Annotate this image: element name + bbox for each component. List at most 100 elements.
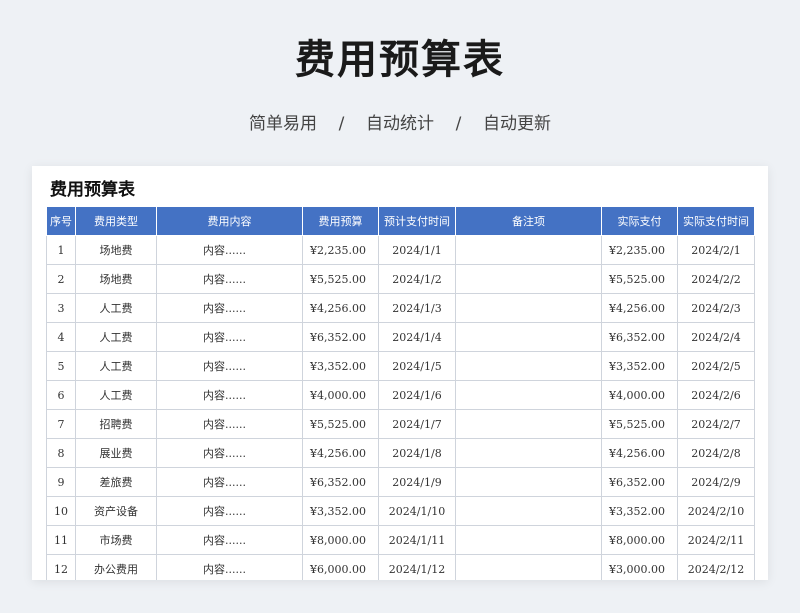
cell-index[interactable]: 8 <box>46 438 76 468</box>
cell-actual-paid[interactable]: ¥3,000.00 <box>601 554 678 580</box>
cell-content[interactable]: 内容...... <box>156 409 303 439</box>
cell-content[interactable]: 内容...... <box>156 380 303 410</box>
cell-actual-paid[interactable]: ¥4,000.00 <box>601 380 678 410</box>
cell-type[interactable]: 差旅费 <box>75 467 157 497</box>
cell-budget[interactable]: ¥4,000.00 <box>302 380 379 410</box>
column-header-type[interactable]: 费用类型 <box>75 206 157 236</box>
cell-actual-date[interactable]: 2024/2/6 <box>677 380 755 410</box>
cell-budget[interactable]: ¥5,525.00 <box>302 409 379 439</box>
cell-planned-date[interactable]: 2024/1/3 <box>378 293 456 323</box>
cell-type[interactable]: 场地费 <box>75 235 157 265</box>
cell-actual-date[interactable]: 2024/2/8 <box>677 438 755 468</box>
column-header-actual-paid[interactable]: 实际支付 <box>601 206 678 236</box>
cell-planned-date[interactable]: 2024/1/2 <box>378 264 456 294</box>
cell-actual-date[interactable]: 2024/2/4 <box>677 322 755 352</box>
cell-budget[interactable]: ¥8,000.00 <box>302 525 379 555</box>
cell-budget[interactable]: ¥3,352.00 <box>302 351 379 381</box>
cell-type[interactable]: 展业费 <box>75 438 157 468</box>
cell-budget[interactable]: ¥6,352.00 <box>302 322 379 352</box>
cell-content[interactable]: 内容...... <box>156 322 303 352</box>
cell-budget[interactable]: ¥4,256.00 <box>302 293 379 323</box>
cell-remarks[interactable] <box>455 322 602 352</box>
cell-actual-paid[interactable]: ¥5,525.00 <box>601 409 678 439</box>
cell-content[interactable]: 内容...... <box>156 351 303 381</box>
cell-remarks[interactable] <box>455 293 602 323</box>
cell-remarks[interactable] <box>455 264 602 294</box>
cell-actual-date[interactable]: 2024/2/1 <box>677 235 755 265</box>
cell-content[interactable]: 内容...... <box>156 438 303 468</box>
cell-content[interactable]: 内容...... <box>156 264 303 294</box>
cell-planned-date[interactable]: 2024/1/8 <box>378 438 456 468</box>
cell-planned-date[interactable]: 2024/1/7 <box>378 409 456 439</box>
cell-content[interactable]: 内容...... <box>156 235 303 265</box>
cell-index[interactable]: 6 <box>46 380 76 410</box>
cell-planned-date[interactable]: 2024/1/1 <box>378 235 456 265</box>
column-header-planned-date[interactable]: 预计支付时间 <box>378 206 456 236</box>
cell-index[interactable]: 3 <box>46 293 76 323</box>
cell-budget[interactable]: ¥2,235.00 <box>302 235 379 265</box>
cell-content[interactable]: 内容...... <box>156 467 303 497</box>
cell-type[interactable]: 人工费 <box>75 322 157 352</box>
cell-type[interactable]: 办公费用 <box>75 554 157 580</box>
cell-index[interactable]: 12 <box>46 554 76 580</box>
cell-actual-date[interactable]: 2024/2/12 <box>677 554 755 580</box>
cell-index[interactable]: 2 <box>46 264 76 294</box>
column-header-actual-date[interactable]: 实际支付时间 <box>677 206 755 236</box>
cell-actual-paid[interactable]: ¥4,256.00 <box>601 293 678 323</box>
cell-index[interactable]: 4 <box>46 322 76 352</box>
cell-actual-paid[interactable]: ¥6,352.00 <box>601 322 678 352</box>
cell-planned-date[interactable]: 2024/1/12 <box>378 554 456 580</box>
cell-actual-date[interactable]: 2024/2/3 <box>677 293 755 323</box>
cell-remarks[interactable] <box>455 409 602 439</box>
cell-actual-date[interactable]: 2024/2/2 <box>677 264 755 294</box>
cell-remarks[interactable] <box>455 351 602 381</box>
cell-type[interactable]: 资产设备 <box>75 496 157 526</box>
cell-actual-paid[interactable]: ¥8,000.00 <box>601 525 678 555</box>
cell-actual-paid[interactable]: ¥3,352.00 <box>601 496 678 526</box>
cell-actual-paid[interactable]: ¥5,525.00 <box>601 264 678 294</box>
cell-type[interactable]: 人工费 <box>75 351 157 381</box>
cell-actual-date[interactable]: 2024/2/9 <box>677 467 755 497</box>
cell-remarks[interactable] <box>455 235 602 265</box>
cell-budget[interactable]: ¥6,352.00 <box>302 467 379 497</box>
cell-type[interactable]: 市场费 <box>75 525 157 555</box>
cell-content[interactable]: 内容...... <box>156 496 303 526</box>
cell-index[interactable]: 1 <box>46 235 76 265</box>
cell-planned-date[interactable]: 2024/1/4 <box>378 322 456 352</box>
cell-remarks[interactable] <box>455 380 602 410</box>
cell-planned-date[interactable]: 2024/1/9 <box>378 467 456 497</box>
cell-content[interactable]: 内容...... <box>156 293 303 323</box>
cell-remarks[interactable] <box>455 438 602 468</box>
cell-remarks[interactable] <box>455 554 602 580</box>
cell-actual-date[interactable]: 2024/2/11 <box>677 525 755 555</box>
column-header-budget[interactable]: 费用预算 <box>302 206 379 236</box>
cell-content[interactable]: 内容...... <box>156 525 303 555</box>
cell-remarks[interactable] <box>455 496 602 526</box>
cell-content[interactable]: 内容...... <box>156 554 303 580</box>
cell-index[interactable]: 9 <box>46 467 76 497</box>
column-header-content[interactable]: 费用内容 <box>156 206 303 236</box>
cell-actual-paid[interactable]: ¥4,256.00 <box>601 438 678 468</box>
cell-type[interactable]: 招聘费 <box>75 409 157 439</box>
cell-actual-date[interactable]: 2024/2/10 <box>677 496 755 526</box>
cell-budget[interactable]: ¥4,256.00 <box>302 438 379 468</box>
cell-actual-paid[interactable]: ¥6,352.00 <box>601 467 678 497</box>
cell-actual-date[interactable]: 2024/2/7 <box>677 409 755 439</box>
cell-budget[interactable]: ¥5,525.00 <box>302 264 379 294</box>
cell-planned-date[interactable]: 2024/1/11 <box>378 525 456 555</box>
cell-type[interactable]: 场地费 <box>75 264 157 294</box>
cell-actual-paid[interactable]: ¥3,352.00 <box>601 351 678 381</box>
cell-planned-date[interactable]: 2024/1/5 <box>378 351 456 381</box>
cell-remarks[interactable] <box>455 467 602 497</box>
cell-budget[interactable]: ¥6,000.00 <box>302 554 379 580</box>
column-header-remarks[interactable]: 备注项 <box>455 206 602 236</box>
cell-actual-date[interactable]: 2024/2/5 <box>677 351 755 381</box>
cell-planned-date[interactable]: 2024/1/10 <box>378 496 456 526</box>
column-header-index[interactable]: 序号 <box>46 206 76 236</box>
cell-remarks[interactable] <box>455 525 602 555</box>
cell-planned-date[interactable]: 2024/1/6 <box>378 380 456 410</box>
cell-budget[interactable]: ¥3,352.00 <box>302 496 379 526</box>
cell-type[interactable]: 人工费 <box>75 293 157 323</box>
cell-type[interactable]: 人工费 <box>75 380 157 410</box>
cell-index[interactable]: 7 <box>46 409 76 439</box>
